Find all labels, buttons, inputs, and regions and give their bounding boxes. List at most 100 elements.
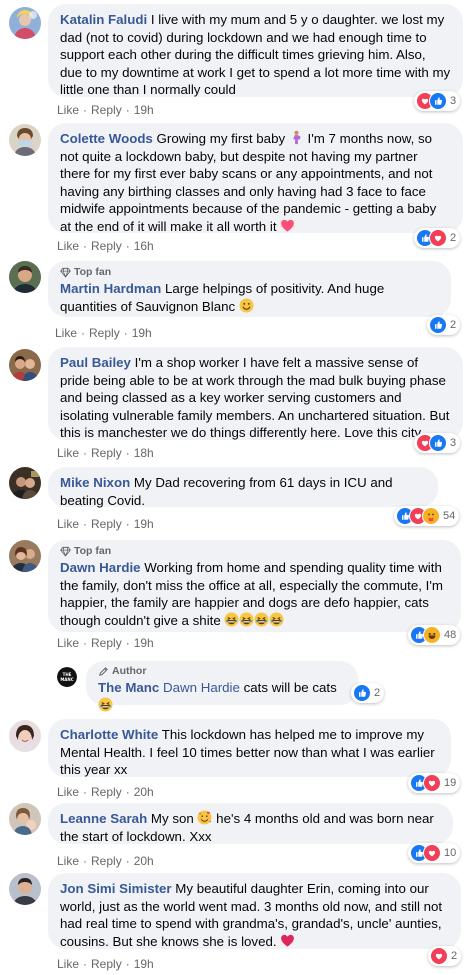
like-link[interactable]: Like [57, 516, 79, 532]
reply-link[interactable]: Reply [91, 516, 122, 532]
reaction-count: 2 [450, 232, 457, 244]
reply-link[interactable]: Reply [91, 635, 122, 651]
laughing-emoji-icon [98, 697, 113, 712]
comment-author[interactable]: Leanne Sarah [60, 811, 147, 826]
page-avatar[interactable]: THE MANC [57, 667, 77, 687]
reaction-summary[interactable]: 10 [408, 843, 461, 863]
reaction-count: 19 [444, 777, 457, 789]
reaction-summary[interactable]: 2 [351, 683, 385, 703]
laughing-emoji-icon [254, 612, 269, 627]
avatar[interactable] [9, 720, 41, 752]
timestamp[interactable]: 19h [132, 325, 152, 341]
comment-bubble: Charlotte White This lockdown has helped… [48, 719, 451, 777]
like-link[interactable]: Like [57, 853, 79, 869]
avatar[interactable] [9, 349, 41, 381]
diamond-icon [60, 267, 71, 278]
reaction-count: 2 [450, 319, 457, 331]
comment-bubble: Leanne Sarah My son he's 4 months old an… [48, 803, 453, 844]
like-link[interactable]: Like [57, 238, 79, 254]
reply-link[interactable]: Reply [91, 784, 122, 800]
reply-link[interactable]: Reply [91, 853, 122, 869]
reaction-summary[interactable]: 3 [414, 91, 461, 111]
like-reaction-icon [429, 92, 447, 110]
comment-actions: Like · Reply · 19h [57, 956, 154, 972]
top-fan-badge: Top fan [60, 265, 439, 279]
reply-link[interactable]: Reply [91, 445, 122, 461]
comment-actions: Like · Reply · 19h [57, 516, 154, 532]
avatar[interactable] [9, 124, 41, 156]
haha-reaction-icon [423, 626, 441, 644]
comment-actions: Like · Reply · 19h [57, 102, 154, 118]
avatar[interactable] [9, 467, 41, 499]
reaction-summary[interactable]: 2 [427, 315, 461, 335]
comment-author[interactable]: Charlotte White [60, 727, 158, 742]
reaction-summary[interactable]: 3 [414, 433, 461, 453]
reaction-summary[interactable]: 2 [428, 946, 462, 966]
comment-author[interactable]: Colette Woods [60, 131, 153, 146]
comment-author[interactable]: Martin Hardman [60, 281, 161, 296]
reply-link[interactable]: Reply [91, 102, 122, 118]
reply-link[interactable]: Reply [91, 238, 122, 254]
reply-author[interactable]: The Manc [98, 680, 159, 695]
page-logo-text: THE MANC [60, 672, 74, 682]
like-link[interactable]: Like [57, 784, 79, 800]
reaction-count: 3 [450, 437, 457, 449]
like-link[interactable]: Like [57, 102, 79, 118]
reply-bubble: Author The Manc Dawn Hardie cats will be… [86, 661, 358, 705]
care-reaction-icon [422, 507, 440, 525]
comment-actions: Like · Reply · 18h [57, 445, 154, 461]
comment-author[interactable]: Paul Bailey [60, 355, 131, 370]
mention-link[interactable]: Dawn Hardie [163, 680, 240, 695]
like-link[interactable]: Like [55, 325, 77, 341]
smiling-face-emoji-icon [239, 298, 254, 313]
like-reaction-icon [353, 684, 371, 702]
avatar[interactable] [9, 803, 41, 835]
author-badge: Author [98, 664, 346, 678]
timestamp[interactable]: 19h [134, 516, 154, 532]
timestamp[interactable]: 20h [134, 853, 154, 869]
comment-author[interactable]: Katalin Faludi [60, 12, 147, 27]
avatar[interactable] [9, 873, 41, 905]
pencil-icon [98, 666, 109, 677]
timestamp[interactable]: 19h [134, 956, 154, 972]
timestamp[interactable]: 18h [134, 445, 154, 461]
comment-author[interactable]: Dawn Hardie [60, 560, 141, 575]
red-heart-emoji-icon [280, 933, 295, 948]
timestamp[interactable]: 16h [134, 238, 154, 254]
reaction-summary[interactable]: 48 [408, 625, 461, 645]
like-link[interactable]: Like [57, 635, 79, 651]
like-link[interactable]: Like [57, 956, 79, 972]
like-reaction-icon [429, 434, 447, 452]
comment-text-continued: I'm 7 months now, so not quite a lockdow… [60, 131, 437, 234]
love-reaction-icon [423, 844, 441, 862]
badge-label: Author [112, 665, 147, 677]
comment-bubble: Top fan Dawn Hardie Working from home an… [48, 540, 461, 632]
timestamp[interactable]: 20h [134, 784, 154, 800]
timestamp[interactable]: 19h [134, 102, 154, 118]
reaction-count: 3 [450, 95, 457, 107]
badge-label: Top fan [74, 266, 112, 278]
reaction-summary[interactable]: 2 [414, 228, 461, 248]
reaction-count: 48 [444, 629, 457, 641]
pregnant-woman-emoji-icon [289, 130, 304, 145]
avatar[interactable] [9, 540, 41, 572]
timestamp[interactable]: 19h [134, 635, 154, 651]
comment-author[interactable]: Jon Simi Simister [60, 881, 172, 896]
heart-sparkle-emoji-icon [280, 218, 295, 233]
love-reaction-icon [423, 774, 441, 792]
reply-link[interactable]: Reply [89, 325, 120, 341]
avatar[interactable] [9, 261, 41, 293]
comment-text: My son [150, 811, 194, 826]
comment-actions: Like · Reply · 19h [55, 325, 152, 341]
comment-bubble: Paul Bailey I'm a shop worker I have fel… [48, 347, 463, 440]
reply-link[interactable]: Reply [91, 956, 122, 972]
smiling-face-with-hearts-emoji-icon [197, 810, 212, 825]
comment-actions: Like · Reply · 16h [57, 238, 154, 254]
avatar[interactable] [9, 7, 41, 39]
reaction-summary[interactable]: 54 [394, 506, 460, 526]
badge-label: Top fan [74, 545, 112, 557]
comment-actions: Like · Reply · 20h [57, 853, 154, 869]
like-link[interactable]: Like [57, 445, 79, 461]
reaction-summary[interactable]: 19 [408, 773, 461, 793]
comment-author[interactable]: Mike Nixon [60, 475, 130, 490]
